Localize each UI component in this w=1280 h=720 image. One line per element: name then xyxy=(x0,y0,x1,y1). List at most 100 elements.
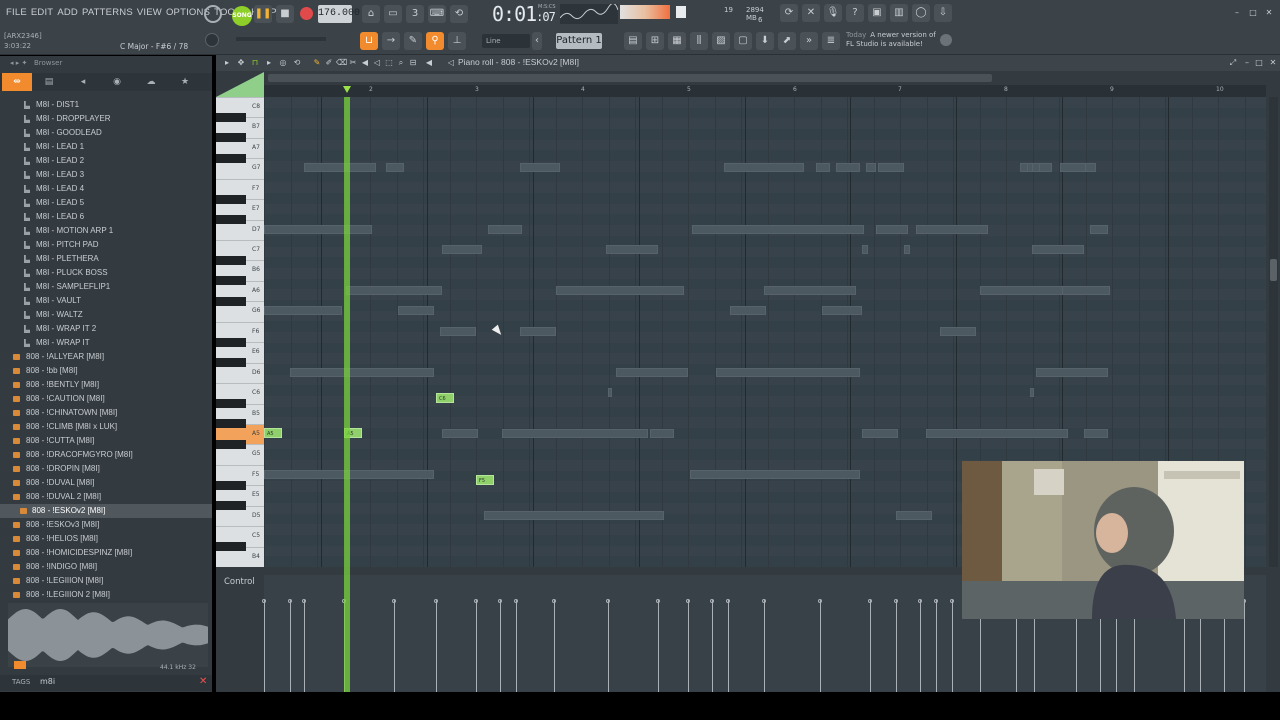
cpu-icon[interactable]: ▣ xyxy=(868,4,886,22)
snap-select[interactable]: Line xyxy=(482,34,530,48)
note[interactable]: C6 xyxy=(436,393,454,404)
loop-record-icon[interactable]: ⟲ xyxy=(450,5,468,23)
velocity-stem[interactable] xyxy=(728,600,729,692)
velocity-stem[interactable] xyxy=(820,600,821,692)
preset-item[interactable]: M8I - LEAD 2 xyxy=(0,154,212,168)
play-button[interactable]: ❚❚ xyxy=(254,5,272,23)
black-key[interactable] xyxy=(216,480,246,490)
browser-plugins-tab-icon[interactable]: ◂ xyxy=(66,73,100,91)
black-key[interactable] xyxy=(216,399,246,409)
folder-item[interactable]: 808 - !ALLYEAR [M8I] xyxy=(0,350,212,364)
menu-patterns[interactable]: PATTERNS xyxy=(80,7,135,18)
pr-menu-icon[interactable]: ▸ xyxy=(222,57,232,68)
folder-item[interactable]: 808 - !HELIOS [M8I] xyxy=(0,532,212,546)
playlist-icon[interactable]: ▤ xyxy=(624,32,642,50)
velocity-stem[interactable] xyxy=(712,600,713,692)
browser-toggle-icon[interactable]: ▨ xyxy=(712,32,730,50)
download-icon[interactable]: ⇩ xyxy=(934,4,952,22)
preset-item[interactable]: M8I - VAULT xyxy=(0,294,212,308)
preset-item[interactable]: M8I - SAMPLEFLIP1 xyxy=(0,280,212,294)
minimize-icon[interactable]: – xyxy=(1232,8,1242,18)
pattern-song-toggle-icon[interactable] xyxy=(204,5,222,23)
black-key[interactable] xyxy=(216,215,246,225)
velocity-stem[interactable] xyxy=(264,600,265,692)
clipboard-icon[interactable]: ▢ xyxy=(734,32,752,50)
sample-play-icon[interactable] xyxy=(14,661,26,669)
preset-item[interactable]: M8I - LEAD 3 xyxy=(0,168,212,182)
black-key[interactable] xyxy=(216,542,246,552)
black-key[interactable] xyxy=(216,358,246,368)
velocity-stem[interactable] xyxy=(290,600,291,692)
step-edit-icon[interactable]: ⌨ xyxy=(428,5,446,23)
pr-loop-icon[interactable]: ⟲ xyxy=(292,57,302,68)
preset-item[interactable]: M8I - LEAD 6 xyxy=(0,210,212,224)
velocity-stem[interactable] xyxy=(936,600,937,692)
chat-icon[interactable]: ◯ xyxy=(912,4,930,22)
preset-item[interactable]: M8I - WALTZ xyxy=(0,308,212,322)
folder-item[interactable]: 808 - !CUTTA [M8I] xyxy=(0,434,212,448)
pr-zoom-icon[interactable]: ⌕ xyxy=(396,57,406,68)
preset-item[interactable]: M8I - WRAP IT xyxy=(0,336,212,350)
menu-file[interactable]: FILE xyxy=(4,7,29,18)
black-key[interactable] xyxy=(216,439,246,449)
plugin-db-icon[interactable]: » xyxy=(800,32,818,50)
master-volume-slider[interactable] xyxy=(236,37,326,41)
folder-item[interactable]: 808 - !HOMICIDESPINZ [M8I] xyxy=(0,546,212,560)
velocity-stem[interactable] xyxy=(658,600,659,692)
preset-item[interactable]: M8I - WRAP IT 2 xyxy=(0,322,212,336)
velocity-stem[interactable] xyxy=(476,600,477,692)
tags-search-input[interactable]: m8i xyxy=(40,677,55,686)
pr-paint-icon[interactable]: ✐ xyxy=(324,57,334,68)
preset-item[interactable]: M8I - LEAD 1 xyxy=(0,140,212,154)
pr-pencil-icon[interactable]: ✎ xyxy=(312,57,322,68)
folder-item[interactable]: 808 - !CLIMB [M8I x LUK] xyxy=(0,420,212,434)
pr-play-icon[interactable]: ▸ xyxy=(264,57,274,68)
preset-item[interactable]: M8I - PITCH PAD xyxy=(0,238,212,252)
vertical-scroll-thumb[interactable] xyxy=(1270,259,1277,281)
tools-icon[interactable]: ✕ xyxy=(802,4,820,22)
black-key[interactable] xyxy=(216,133,246,143)
plugin-icon[interactable]: ▥ xyxy=(890,4,908,22)
velocity-stem[interactable] xyxy=(608,600,609,692)
browser-current-tab-icon[interactable]: ◉ xyxy=(100,73,134,91)
folder-item[interactable]: 808 - !CAUTION [M8I] xyxy=(0,392,212,406)
browser-arrows-icon[interactable]: ◂ ▸ ✦ xyxy=(10,59,27,67)
master-pitch-knob[interactable] xyxy=(205,33,219,47)
microphone-icon[interactable]: 🎙 xyxy=(824,4,842,22)
tags-clear-icon[interactable]: ✕ xyxy=(199,676,207,687)
pr-mute-icon[interactable]: ◀ xyxy=(360,57,370,68)
pr-minimize-icon[interactable]: – xyxy=(1242,57,1252,68)
link-icon[interactable]: ⚲ xyxy=(426,32,444,50)
pr-record-icon[interactable]: ◎ xyxy=(278,57,288,68)
countdown-icon[interactable]: 3 xyxy=(406,5,424,23)
folder-item[interactable]: 808 - !DROPIN [M8I] xyxy=(0,462,212,476)
maximize-icon[interactable]: □ xyxy=(1248,8,1258,18)
piano-roll-icon[interactable]: ⊞ xyxy=(646,32,664,50)
menu-view[interactable]: VIEW xyxy=(135,7,164,18)
velocity-stem[interactable] xyxy=(394,600,395,692)
velocity-stem[interactable] xyxy=(870,600,871,692)
note[interactable]: F5 xyxy=(476,475,494,486)
menu-add[interactable]: ADD xyxy=(55,7,80,18)
browser-cloud-tab-icon[interactable]: ☁ xyxy=(134,73,168,91)
folder-item[interactable]: 808 - !ESKOv2 [M8I] xyxy=(0,504,212,518)
pr-select-icon[interactable]: ⬚ xyxy=(384,57,394,68)
help-icon[interactable]: ? xyxy=(846,4,864,22)
folder-item[interactable]: 808 - !DUVAL 2 [M8I] xyxy=(0,490,212,504)
pr-detach-icon[interactable]: ⤢ xyxy=(1228,57,1238,68)
folder-item[interactable]: 808 - !DRACOFMGYRO [M8I] xyxy=(0,448,212,462)
folder-item[interactable]: 808 - !bb [M8I] xyxy=(0,364,212,378)
close-icon[interactable]: ✕ xyxy=(1264,8,1274,18)
preset-item[interactable]: M8I - DROPPLAYER xyxy=(0,112,212,126)
folder-item[interactable]: 808 - !ESKOv3 [M8I] xyxy=(0,518,212,532)
wait-input-icon[interactable]: ▭ xyxy=(384,5,402,23)
record-button[interactable] xyxy=(300,7,313,20)
pr-cut-icon[interactable]: ✂ xyxy=(348,57,358,68)
velocity-stem[interactable] xyxy=(896,600,897,692)
pr-speaker-icon[interactable]: ◀ xyxy=(424,57,434,68)
horizontal-scrollbar[interactable] xyxy=(268,74,992,82)
arrow-icon[interactable]: → xyxy=(382,32,400,50)
black-key[interactable] xyxy=(216,194,246,204)
undo-history-icon[interactable]: ⟳ xyxy=(780,4,798,22)
preset-item[interactable]: M8I - MOTION ARP 1 xyxy=(0,224,212,238)
